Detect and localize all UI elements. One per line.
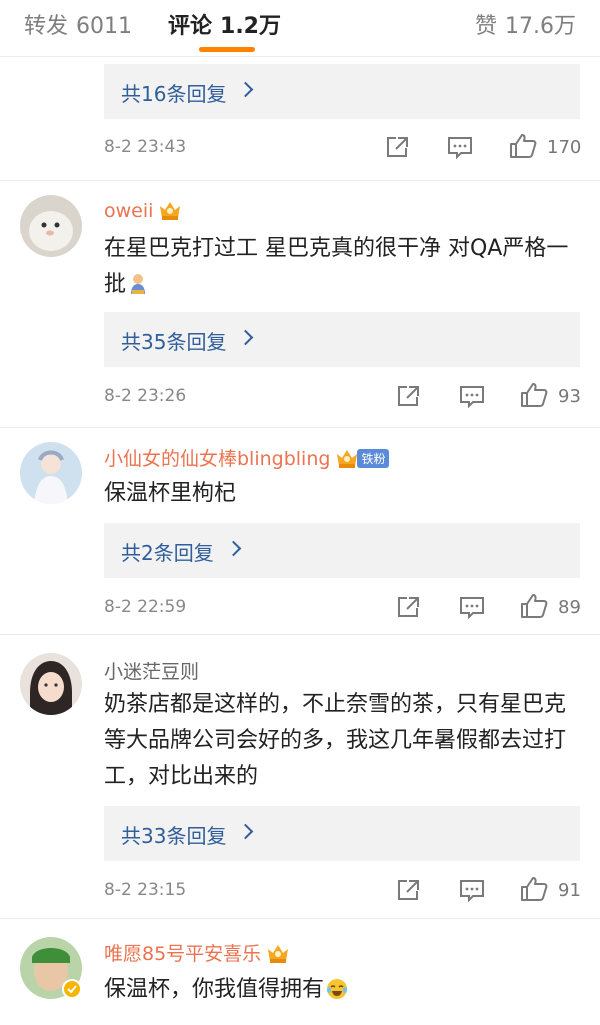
username-text: 唯愿85号平安喜乐 [104,943,262,965]
comment-icon[interactable] [459,595,485,623]
tab-comments-count: 1.2万 [220,14,281,39]
vip-crown-icon [266,942,290,969]
tab-likes[interactable]: 赞 17.6万 [475,8,576,40]
replies-label: 共16条回复 [121,82,227,106]
fan-badge: 铁粉 [357,449,390,468]
avatar[interactable] [20,937,82,999]
comment-text: 奶茶店都是这样的，不止奈雪的茶，只有星巴克等大品牌公司会好的多，我这几年暑假都去… [104,692,567,789]
comment-item: oweii 在星巴克打过工 星巴克真的很干净 对QA严格一批 共35条回复 8-… [0,181,600,428]
comment-text: 在星巴克打过工 星巴克真的很干净 对QA严格一批 [104,231,584,307]
comment-username[interactable]: oweii [104,199,182,226]
like-icon[interactable] [520,382,548,412]
comment-time: 8-2 23:43 [104,137,187,157]
tab-repost-label: 转发 [24,14,69,39]
replies-label: 共33条回复 [121,824,227,848]
comment-icon[interactable] [459,384,485,412]
like-icon[interactable] [520,876,548,906]
share-icon[interactable] [395,878,421,906]
tab-likes-label: 赞 [474,14,497,39]
tab-repost-count: 6011 [76,14,133,39]
comment-text: 保温杯，你我值得拥有 [104,972,584,1012]
comment-time: 8-2 23:26 [104,386,187,406]
comment-icon[interactable] [459,878,485,906]
comment-username[interactable]: 小迷茫豆则 [104,657,199,684]
chevron-right-icon [237,823,254,840]
avatar[interactable] [20,195,82,257]
comment-text-content: 保温杯，你我值得拥有 [104,977,325,1002]
username-text: 小仙女的仙女棒blingbling [104,448,331,470]
vip-crown-icon [335,447,359,474]
like-count: 93 [558,386,581,407]
like-icon[interactable] [509,133,537,163]
share-icon[interactable] [395,595,421,623]
chevron-right-icon [237,329,254,346]
comment-time: 8-2 22:59 [104,597,187,617]
comment-item: 唯愿85号平安喜乐 保温杯，你我值得拥有 [0,919,600,1025]
comment-username[interactable]: 唯愿85号平安喜乐 [104,939,290,969]
avatar[interactable] [20,442,82,504]
like-icon[interactable] [520,593,548,623]
verified-badge-icon [62,979,82,999]
username-text: oweii [104,200,154,222]
tab-comments[interactable]: 评论 1.2万 [168,8,281,40]
comment-text: 保温杯里枸杞 [104,481,237,506]
replies-label: 共35条回复 [121,330,227,354]
tab-comments-label: 评论 [168,14,213,39]
comment-icon[interactable] [447,135,473,163]
like-count: 89 [558,597,581,618]
chevron-right-icon [237,81,254,98]
comment-username[interactable]: 小仙女的仙女棒blingbling 铁粉 [104,444,390,474]
share-icon[interactable] [395,384,421,412]
replies-label: 共2条回复 [121,541,214,565]
avatar[interactable] [20,653,82,715]
vip-crown-icon [158,199,182,226]
replies-link[interactable]: 共35条回复 [104,312,580,367]
comment-item: 小仙女的仙女棒blingbling 铁粉 保温杯里枸杞 共2条回复 8-2 22:… [0,428,600,635]
like-count: 170 [547,137,582,158]
laugh-cry-icon [326,976,348,1012]
replies-link[interactable]: 共2条回复 [104,523,580,578]
like-count: 91 [558,880,581,901]
chevron-right-icon [225,540,242,557]
comment-tabs: 转发 6011 评论 1.2万 赞 17.6万 [0,0,600,57]
tab-likes-count: 17.6万 [505,14,576,39]
active-tab-indicator [199,47,255,52]
person-icon [128,271,148,307]
replies-link[interactable]: 共33条回复 [104,806,580,861]
comment-item: 小迷茫豆则 奶茶店都是这样的，不止奈雪的茶，只有星巴克等大品牌公司会好的多，我这… [0,635,600,919]
username-text: 小迷茫豆则 [104,661,200,683]
replies-link[interactable]: 共16条回复 [104,64,580,119]
comment-time: 8-2 23:15 [104,880,187,900]
comment-text-content: 在星巴克打过工 星巴克真的很干净 对QA严格一批 [104,236,569,297]
share-icon[interactable] [384,135,410,163]
comment-item: 共16条回复 8-2 23:43 170 [0,57,600,181]
tab-repost[interactable]: 转发 6011 [24,8,132,40]
